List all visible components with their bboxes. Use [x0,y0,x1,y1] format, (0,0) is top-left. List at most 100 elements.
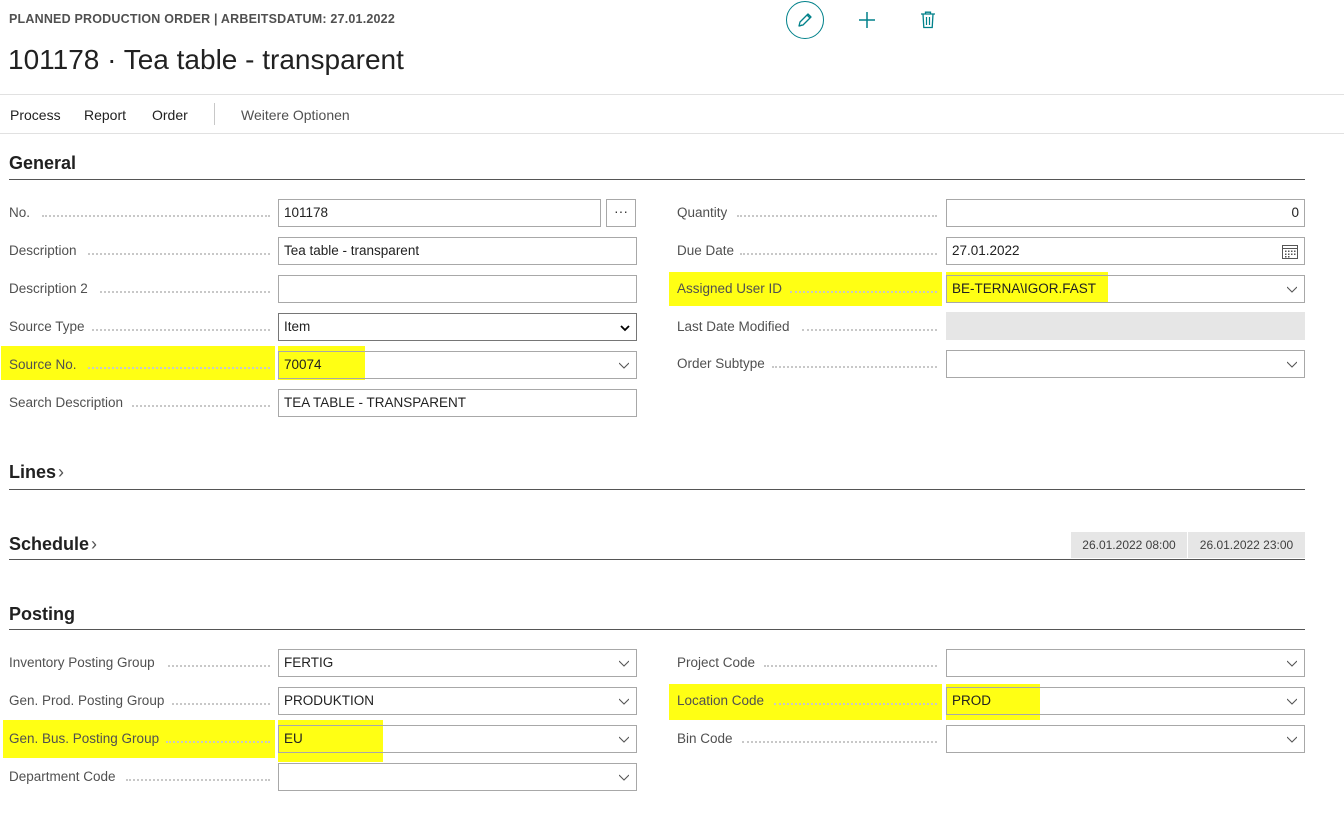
location-code-label: Location Code [677,693,765,708]
chevron-down-icon [1287,736,1297,743]
page-title: 101178 · Tea table - transparent [8,44,404,75]
menu-more-options[interactable]: Weitere Optionen [241,107,350,123]
no-lookup-button[interactable]: ··· [606,199,636,227]
section-schedule-rule [9,559,1305,560]
chevron-down-icon [1287,361,1297,368]
location-code-dots [774,687,937,705]
gen-bus-posting-group-value: EU [284,731,303,746]
description-field[interactable]: Tea table - transparent [278,237,637,265]
bin-code-field[interactable] [946,725,1305,753]
gen-bus-posting-group-field[interactable]: EU [278,725,637,753]
chevron-right-icon: › [91,534,98,554]
project-code-label: Project Code [677,655,756,670]
source-type-value: Item [284,319,311,334]
section-schedule-title[interactable]: Schedule › [9,534,97,555]
section-posting-rule [9,629,1305,630]
last-date-modified-dots [802,313,937,331]
section-schedule-label: Schedule [9,534,90,554]
order-subtype-field[interactable] [946,350,1305,378]
menu-separator [214,103,215,125]
assigned-user-field[interactable]: BE-TERNA\IGOR.FAST [946,275,1305,303]
no-field[interactable]: 101178 [278,199,601,227]
edit-button[interactable] [786,1,824,39]
due-date-field[interactable]: 27.01.2022 [946,237,1305,265]
source-no-value: 70074 [284,357,322,372]
order-subtype-label: Order Subtype [677,356,765,371]
menu-process[interactable]: Process [10,107,61,123]
section-lines-label: Lines [9,462,57,482]
chevron-down-icon [619,698,629,705]
gen-bus-posting-group-dots [166,725,270,743]
chevron-down-icon [1287,698,1297,705]
assigned-user-value: BE-TERNA\IGOR.FAST [952,281,1097,296]
source-type-label: Source Type [9,319,85,334]
inventory-posting-group-field[interactable]: FERTIG [278,649,637,677]
department-code-field[interactable] [278,763,637,791]
source-no-label: Source No. [9,357,77,372]
search-description-label: Search Description [9,395,124,410]
gen-prod-posting-group-field[interactable]: PRODUKTION [278,687,637,715]
pencil-icon [798,13,812,27]
chevron-down-icon [620,325,630,332]
description-dots [88,237,270,255]
description-2-label: Description 2 [9,281,88,296]
gen-prod-posting-group-label: Gen. Prod. Posting Group [9,693,165,708]
chevron-down-icon [619,362,629,369]
section-posting-title[interactable]: Posting [9,604,75,625]
delete-button[interactable] [916,8,940,32]
inventory-posting-group-label: Inventory Posting Group [9,655,155,670]
bin-code-label: Bin Code [677,731,733,746]
last-date-modified-field [946,312,1305,340]
location-code-value: PROD [952,693,992,708]
location-code-field[interactable]: PROD [946,687,1305,715]
chevron-down-icon [1287,660,1297,667]
actionbar-bottom-border [0,133,1344,134]
section-lines-title[interactable]: Lines › [9,462,64,483]
description-label: Description [9,243,77,258]
no-label: No. [9,205,31,220]
source-type-dots [92,313,270,331]
search-description-dots [132,389,270,407]
inventory-posting-group-dots [168,649,270,667]
assigned-user-label: Assigned User ID [677,281,783,296]
search-description-field[interactable]: TEA TABLE - TRANSPARENT [278,389,637,417]
chevron-down-icon [619,774,629,781]
description-2-field[interactable] [278,275,637,303]
no-dots [42,199,270,217]
schedule-end-summary: 26.01.2022 23:00 [1188,532,1305,558]
source-type-select[interactable]: Item [278,313,637,341]
quantity-dots [737,199,937,217]
page-caption: PLANNED PRODUCTION ORDER | ARBEITSDATUM:… [9,12,395,26]
section-general-rule [9,179,1305,180]
due-date-dots [740,237,937,255]
bin-code-dots [742,725,937,743]
quantity-label: Quantity [677,205,728,220]
chevron-down-icon [619,660,629,667]
last-date-modified-label: Last Date Modified [677,319,790,334]
gen-prod-posting-group-dots [172,687,270,705]
new-button[interactable] [855,8,879,32]
chevron-right-icon: › [58,462,65,482]
gen-bus-posting-group-label: Gen. Bus. Posting Group [9,731,160,746]
section-lines-rule [9,489,1305,490]
menu-order[interactable]: Order [152,107,188,123]
inventory-posting-group-value: FERTIG [284,655,334,670]
quantity-field[interactable]: 0 [946,199,1305,227]
trash-icon [921,11,935,29]
menu-report[interactable]: Report [84,107,126,123]
source-no-dots [88,351,270,369]
order-subtype-dots [772,350,937,368]
due-date-label: Due Date [677,243,735,258]
chevron-down-icon [1287,286,1297,293]
plus-icon [859,12,875,28]
description-2-dots [100,275,270,293]
source-no-field[interactable]: 70074 [278,351,637,379]
chevron-down-icon [619,736,629,743]
assigned-user-dots [790,275,937,293]
gen-prod-posting-group-value: PRODUKTION [284,693,375,708]
section-general-title[interactable]: General [9,153,76,174]
project-code-field[interactable] [946,649,1305,677]
due-date-value: 27.01.2022 [952,243,1020,258]
calendar-icon[interactable] [1282,244,1298,259]
department-code-dots [126,763,270,781]
